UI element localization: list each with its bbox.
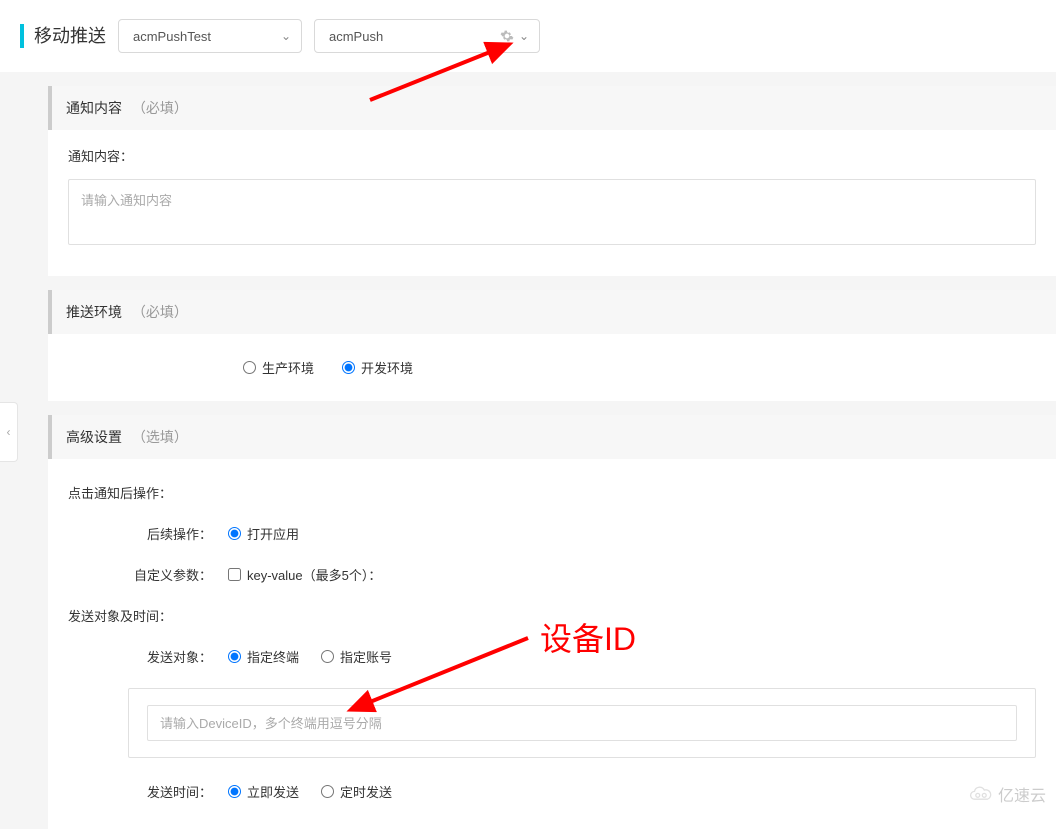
panel-env-title: 推送环境 xyxy=(66,304,122,320)
radio-open-app-input[interactable] xyxy=(228,527,241,540)
radio-send-scheduled-label: 定时发送 xyxy=(340,782,392,801)
radio-send-now-input[interactable] xyxy=(228,785,241,798)
dropdown-2-value: acmPush xyxy=(329,29,383,44)
app-dropdown-1[interactable]: acmPushTest ⌄ xyxy=(118,19,302,53)
page-title: 移动推送 xyxy=(20,24,106,48)
radio-target-device-input[interactable] xyxy=(228,650,241,663)
radio-dev[interactable]: 开发环境 xyxy=(342,358,413,377)
row-target: 发送对象： 指定终端 指定账号 xyxy=(68,647,1036,666)
radio-open-app-label: 打开应用 xyxy=(247,524,299,543)
panel-advanced-optional: （选填） xyxy=(132,429,188,445)
notify-label: 通知内容： xyxy=(68,146,1036,165)
radio-target-account-label: 指定账号 xyxy=(340,647,392,666)
panel-env-required: （必填） xyxy=(132,304,188,320)
radio-target-account[interactable]: 指定账号 xyxy=(321,647,392,666)
target-label: 发送对象： xyxy=(68,647,228,666)
radio-prod-input[interactable] xyxy=(243,361,256,374)
cloud-icon xyxy=(968,785,994,803)
gear-with-chevron: ⌄ xyxy=(500,29,529,43)
panel-advanced-body: 点击通知后操作： 后续操作： 打开应用 自定义参数： key-value（最多5… xyxy=(48,459,1056,829)
panel-notify-body: 通知内容： xyxy=(48,130,1056,276)
checkbox-kv-label: key-value（最多5个）： xyxy=(247,565,381,584)
panel-notify: 通知内容 （必填） 通知内容： xyxy=(48,86,1056,276)
panel-advanced-header: 高级设置 （选填） xyxy=(48,415,1056,459)
panel-advanced-title: 高级设置 xyxy=(66,429,122,445)
row-custom-params: 自定义参数： key-value（最多5个）： xyxy=(68,565,1036,584)
radio-target-account-input[interactable] xyxy=(321,650,334,663)
radio-send-now-label: 立即发送 xyxy=(247,782,299,801)
send-time-label: 发送时间： xyxy=(68,782,228,801)
gear-icon xyxy=(500,29,514,43)
radio-send-scheduled[interactable]: 定时发送 xyxy=(321,782,392,801)
row-followup: 后续操作： 打开应用 xyxy=(68,524,1036,543)
checkbox-kv[interactable]: key-value（最多5个）： xyxy=(228,565,381,584)
chevron-down-icon: ⌄ xyxy=(281,29,291,43)
chevron-down-icon: ⌄ xyxy=(519,29,529,43)
notify-textarea[interactable] xyxy=(68,179,1036,245)
watermark: 亿速云 xyxy=(968,782,1046,806)
top-bar: 移动推送 acmPushTest ⌄ acmPush ⌄ xyxy=(0,0,1056,72)
radio-send-now[interactable]: 立即发送 xyxy=(228,782,299,801)
panel-env-body: 生产环境 开发环境 xyxy=(48,334,1056,401)
custom-params-label: 自定义参数： xyxy=(68,565,228,584)
panel-advanced: 高级设置 （选填） 点击通知后操作： 后续操作： 打开应用 自定义参数： xyxy=(48,415,1056,829)
panel-notify-required: （必填） xyxy=(132,100,188,116)
app-dropdown-2[interactable]: acmPush ⌄ xyxy=(314,19,540,53)
radio-prod-label: 生产环境 xyxy=(262,358,314,377)
after-click-label: 点击通知后操作： xyxy=(68,483,1036,502)
radio-send-scheduled-input[interactable] xyxy=(321,785,334,798)
target-time-label: 发送对象及时间： xyxy=(68,606,1036,625)
device-input-container xyxy=(128,688,1036,758)
row-send-time: 发送时间： 立即发送 定时发送 xyxy=(68,782,1036,801)
main-content: 通知内容 （必填） 通知内容： 推送环境 （必填） 生产环境 开发环境 xyxy=(0,86,1056,829)
device-id-input[interactable] xyxy=(147,705,1017,741)
panel-notify-title: 通知内容 xyxy=(66,100,122,116)
followup-label: 后续操作： xyxy=(68,524,228,543)
radio-target-device[interactable]: 指定终端 xyxy=(228,647,299,666)
watermark-text: 亿速云 xyxy=(998,782,1046,806)
panel-env-header: 推送环境 （必填） xyxy=(48,290,1056,334)
radio-dev-input[interactable] xyxy=(342,361,355,374)
radio-prod[interactable]: 生产环境 xyxy=(243,358,314,377)
radio-open-app[interactable]: 打开应用 xyxy=(228,524,299,543)
checkbox-kv-input[interactable] xyxy=(228,568,241,581)
panel-notify-header: 通知内容 （必填） xyxy=(48,86,1056,130)
panel-env: 推送环境 （必填） 生产环境 开发环境 xyxy=(48,290,1056,401)
radio-target-device-label: 指定终端 xyxy=(247,647,299,666)
radio-dev-label: 开发环境 xyxy=(361,358,413,377)
dropdown-1-value: acmPushTest xyxy=(133,29,211,44)
